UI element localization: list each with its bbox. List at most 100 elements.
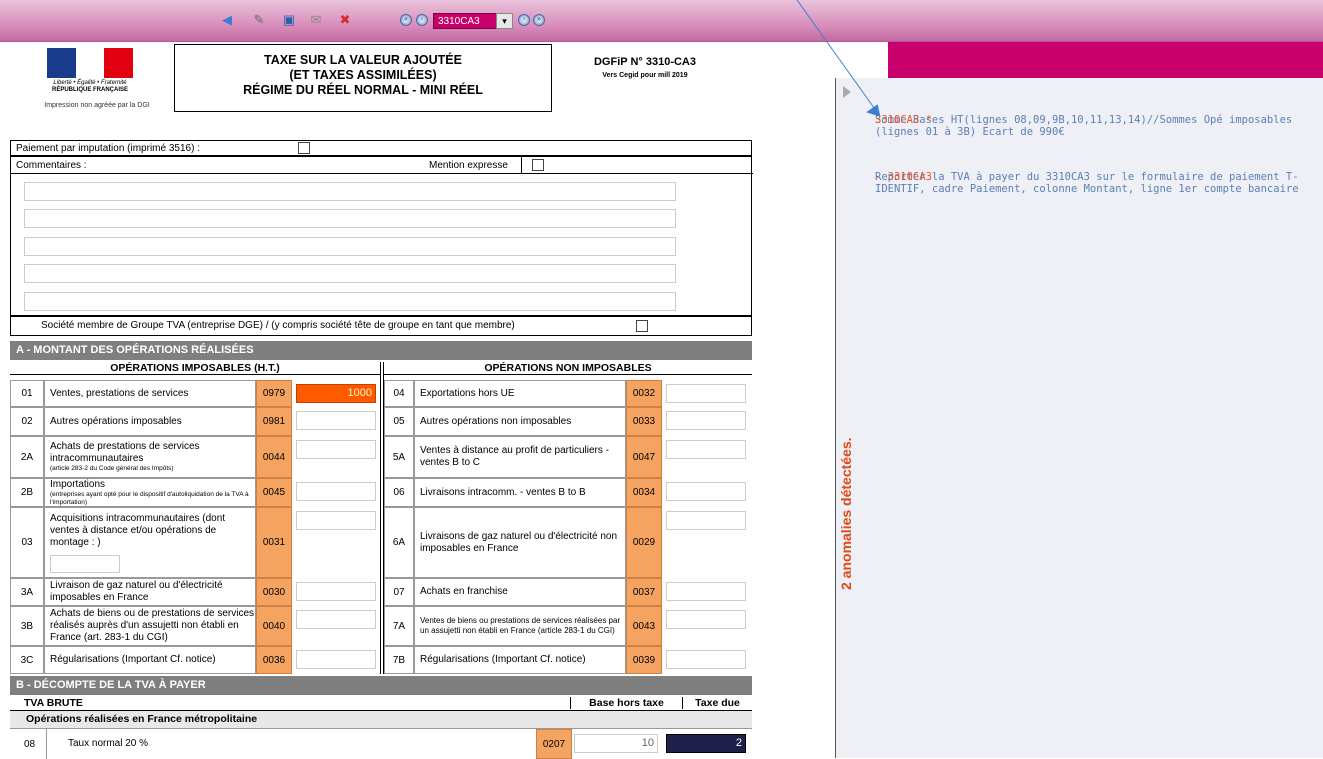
right-row-label: Régularisations (Important Cf. notice) — [414, 646, 626, 674]
comment-line-5[interactable] — [24, 292, 676, 311]
title-line3: RÉGIME DU RÉEL NORMAL - MINI RÉEL — [243, 83, 483, 97]
left-row-label-text: Ventes, prestations de services — [50, 387, 189, 399]
right-row-input[interactable] — [666, 440, 746, 459]
imposables-header: OPÉRATIONS IMPOSABLES (H.T.) — [10, 362, 380, 375]
groupe-label: Société membre de Groupe TVA (entreprise… — [41, 320, 515, 331]
pin-icon[interactable]: ✖ — [336, 12, 354, 28]
panel-toggle-icon[interactable] — [843, 86, 851, 98]
left-row-code: 0044 — [256, 436, 292, 478]
row-08-taxe-input[interactable]: 2 — [666, 734, 746, 753]
right-row-label: Exportations hors UE — [414, 380, 626, 407]
left-row-label-text: Achats de prestations de services intrac… — [50, 441, 200, 464]
right-row-label: Livraisons intracomm. - ventes B to B — [414, 478, 626, 507]
left-row-input[interactable] — [296, 610, 376, 629]
left-row-input[interactable] — [296, 482, 376, 501]
left-row-num: 01 — [10, 380, 44, 407]
edit-icon[interactable]: ✎ — [250, 12, 268, 28]
right-row-input[interactable] — [666, 610, 746, 629]
commentaires-label: Commentaires : — [16, 160, 87, 171]
mail-icon[interactable]: ✉ — [307, 12, 325, 28]
form-title: TAXE SUR LA VALEUR AJOUTÉE (ET TAXES ASS… — [174, 44, 552, 112]
section-b-title: B - DÉCOMPTE DE LA TVA À PAYER — [10, 676, 752, 695]
right-row-code: 0034 — [626, 478, 662, 507]
left-row-input[interactable]: 1000 — [296, 384, 376, 403]
left-row-input[interactable] — [296, 582, 376, 601]
comment-line-2[interactable] — [24, 209, 676, 228]
left-row-code: 0031 — [256, 507, 292, 578]
save-icon[interactable]: ▣ — [280, 12, 298, 28]
anomaly-1[interactable]: 3310CA3 * Somme Bases HT(lignes 08,09,9B… — [875, 114, 1320, 138]
right-row-num: 5A — [384, 436, 414, 478]
magenta-header-bar — [888, 42, 1323, 78]
paiement-row: Paiement par imputation (imprimé 3516) : — [10, 140, 752, 156]
right-row-input[interactable] — [666, 650, 746, 669]
taxe-due-label: Taxe due — [682, 697, 752, 709]
right-row-num: 04 — [384, 380, 414, 407]
anomaly-1-code[interactable]: 3310CA3 * — [875, 114, 932, 126]
left-row-label: Ventes, prestations de services — [44, 380, 256, 407]
back-arrow-icon[interactable]: ◀ — [218, 12, 236, 28]
left-row-label-text: Livraison de gaz naturel ou d'électricit… — [50, 580, 223, 603]
mention-checkbox[interactable] — [532, 159, 544, 171]
prev-icon[interactable]: ‹ — [416, 14, 428, 26]
left-row-label: Achats de biens ou de prestations de ser… — [44, 606, 256, 646]
right-row-num: 05 — [384, 407, 414, 436]
paiement-label: Paiement par imputation (imprimé 3516) : — [16, 143, 200, 154]
right-row-code: 0039 — [626, 646, 662, 674]
anomaly-2[interactable]: - 3310CA3 Reporter la TVA à payer du 331… — [875, 171, 1320, 195]
next-icon[interactable]: › — [518, 14, 530, 26]
right-row-code: 0037 — [626, 578, 662, 606]
left-row-label-text: Importations — [50, 478, 106, 490]
paiement-checkbox[interactable] — [298, 142, 310, 154]
left-row-num: 03 — [10, 507, 44, 578]
right-row-input[interactable] — [666, 482, 746, 501]
left-row-code: 0036 — [256, 646, 292, 674]
rf-motto: Liberté • Égalité • Fraternité — [53, 80, 127, 86]
right-row-label: Autres opérations non imposables — [414, 407, 626, 436]
left-row-num: 3A — [10, 578, 44, 606]
left-row-note: (article 283-2 du Code général des Impôt… — [50, 465, 174, 472]
left-row-code: 0030 — [256, 578, 292, 606]
left-row-input[interactable] — [296, 411, 376, 430]
comment-line-1[interactable] — [24, 182, 676, 201]
right-row-input[interactable] — [666, 384, 746, 403]
left-row-input[interactable] — [296, 511, 376, 530]
right-row-label: Achats en franchise — [414, 578, 626, 606]
form-version: Vers Cegid pour mill 2019 — [602, 72, 688, 79]
republique-logo — [47, 48, 134, 78]
right-row-num: 06 — [384, 478, 414, 507]
right-row-input[interactable] — [666, 582, 746, 601]
left-row-label: Livraison de gaz naturel ou d'électricit… — [44, 578, 256, 606]
column-divider — [380, 362, 384, 674]
toolbar: ◀ ✎ ▣ ✉ ✖ « ‹ 3310CA3 ▾ › » — [0, 0, 1323, 42]
right-row-input[interactable] — [666, 411, 746, 430]
row-08-num: 08 — [24, 739, 36, 750]
row-08-code: 0207 — [536, 729, 572, 759]
last-icon[interactable]: » — [533, 14, 545, 26]
row-08-base-input[interactable]: 10 — [574, 734, 658, 753]
tva-brute-head: TVA BRUTE Base hors taxe Taxe due — [10, 695, 752, 711]
left-row-num: 3B — [10, 606, 44, 646]
right-row-input[interactable] — [666, 511, 746, 530]
montage-input[interactable] — [50, 554, 120, 573]
anomaly-2-code[interactable]: - 3310CA3 — [875, 171, 932, 183]
left-row-label: Importations (entreprises ayant opté pour… — [44, 478, 256, 507]
left-row-label: Régularisations (Important Cf. notice) — [44, 646, 256, 674]
right-row-num: 7B — [384, 646, 414, 674]
rf-text: Liberté • Égalité • Fraternité RÉPUBLIQU… — [30, 80, 150, 94]
anomaly-count-label: 2 anomalies détectées. — [838, 437, 854, 590]
first-icon[interactable]: « — [400, 14, 412, 26]
comment-line-3[interactable] — [24, 237, 676, 256]
right-row-code: 0047 — [626, 436, 662, 478]
right-row-code: 0029 — [626, 507, 662, 578]
right-row-code: 0032 — [626, 380, 662, 407]
chevron-down-icon[interactable]: ▾ — [496, 13, 513, 29]
left-row-input[interactable] — [296, 440, 376, 459]
right-row-num: 07 — [384, 578, 414, 606]
left-row-num: 3C — [10, 646, 44, 674]
groupe-checkbox[interactable] — [636, 320, 648, 332]
comment-line-4[interactable] — [24, 264, 676, 283]
right-row-code: 0033 — [626, 407, 662, 436]
left-row-input[interactable] — [296, 650, 376, 669]
left-row-num: 2A — [10, 436, 44, 478]
